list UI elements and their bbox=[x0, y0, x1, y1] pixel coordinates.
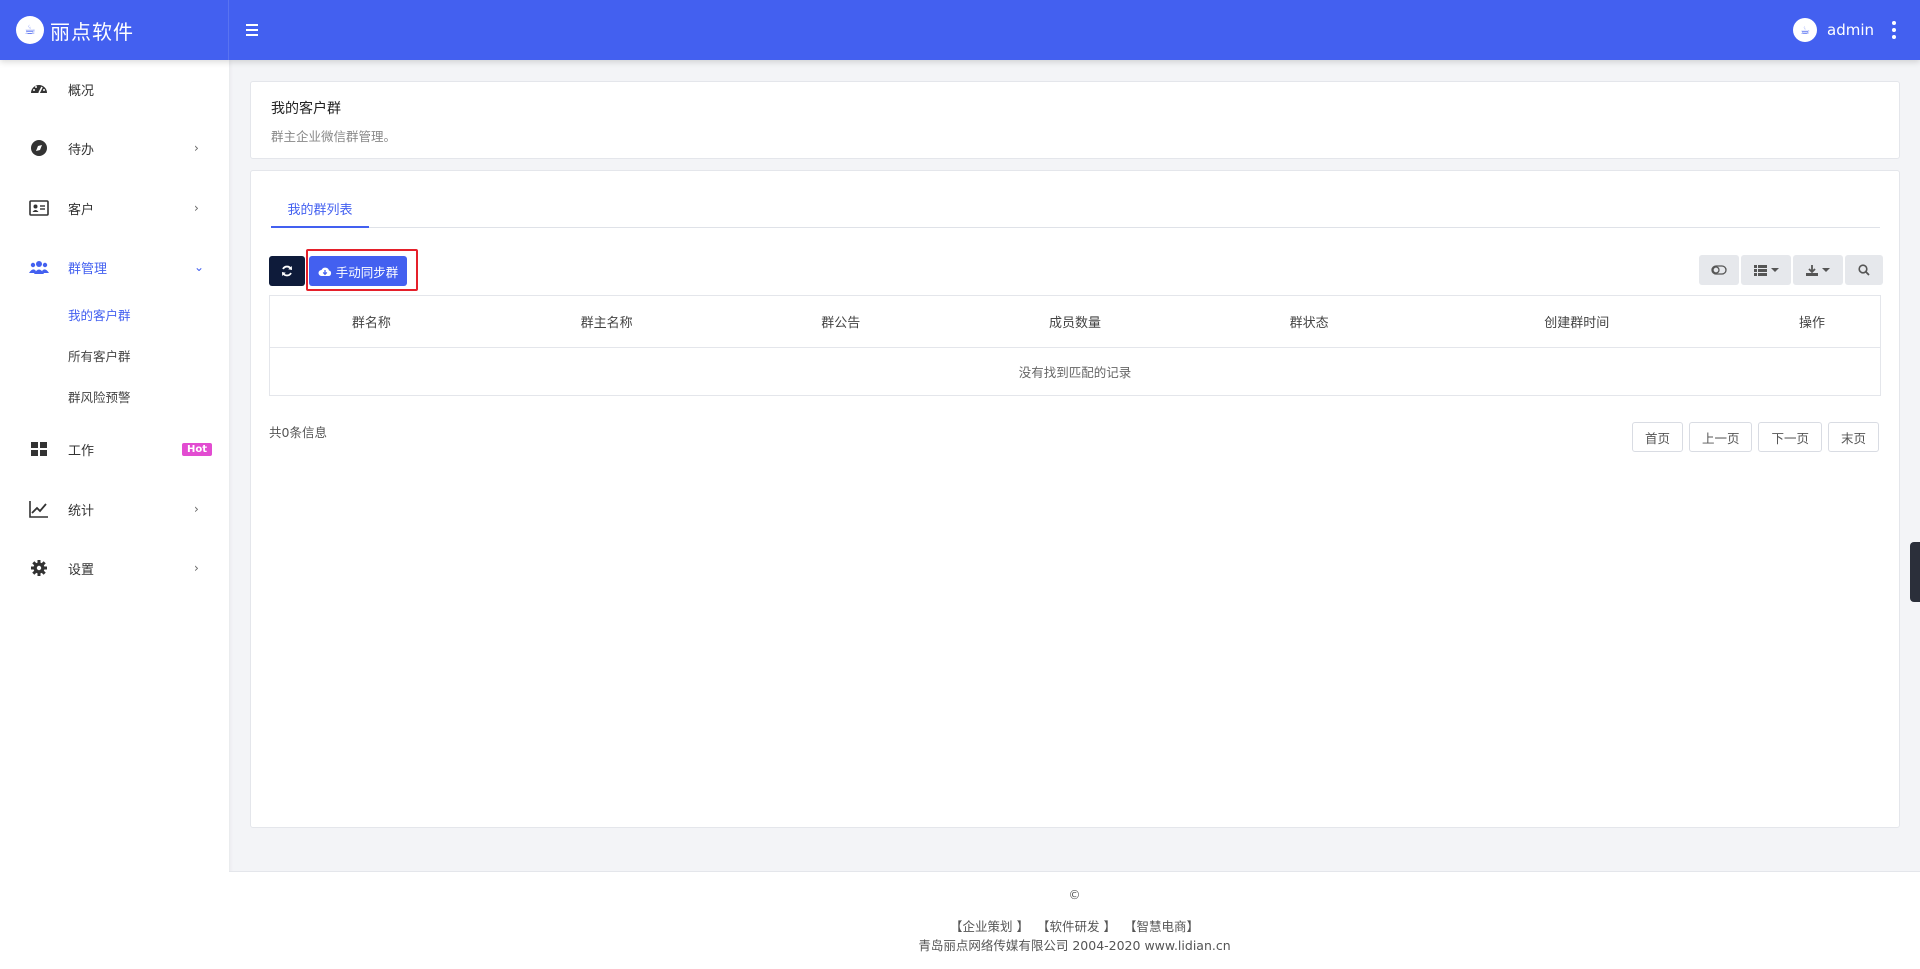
footer-link-ecommerce[interactable]: 【智慧电商】 bbox=[1124, 919, 1199, 934]
sync-button-label: 手动同步群 bbox=[335, 264, 399, 280]
chevron-down-icon: ⌄ bbox=[194, 260, 205, 274]
toggle-view-button[interactable] bbox=[1699, 255, 1739, 285]
caret-down-icon bbox=[1822, 268, 1830, 272]
empty-table-message: 没有找到匹配的记录 bbox=[269, 347, 1881, 396]
brand-name: 丽点软件 bbox=[50, 19, 134, 44]
caret-down-icon bbox=[1770, 268, 1779, 272]
tab-my-group-list[interactable]: 我的群列表 bbox=[271, 191, 369, 228]
page-subtitle: 群主企业微信群管理。 bbox=[271, 129, 397, 144]
groups-table: 群名称 群主名称 群公告 成员数量 群状态 创建群时间 操作 没有找到匹配的记录 bbox=[268, 295, 1882, 396]
table-toolbar bbox=[1699, 255, 1883, 285]
id-card-icon bbox=[28, 197, 50, 219]
sidebar-item-overview[interactable]: 概况 bbox=[0, 69, 229, 109]
hot-badge: Hot bbox=[182, 442, 213, 456]
footer-link-software[interactable]: 【软件研发 】 bbox=[1037, 919, 1116, 934]
refresh-icon bbox=[282, 265, 292, 277]
company-info: 青岛丽点网络传媒有限公司 2004-2020 www.lidian.cn bbox=[918, 938, 1231, 953]
download-icon bbox=[1806, 265, 1818, 276]
dashboard-icon bbox=[28, 78, 50, 100]
first-page-button[interactable]: 首页 bbox=[1631, 422, 1683, 452]
prev-page-button[interactable]: 上一页 bbox=[1688, 422, 1753, 452]
sidebar-item-label: 设置 bbox=[68, 562, 95, 578]
pagination: 首页 上一页 下一页 末页 bbox=[1631, 422, 1879, 452]
sidebar-item-settings[interactable]: 设置 › bbox=[0, 548, 229, 588]
sidebar-item-work[interactable]: 工作 Hot bbox=[0, 429, 229, 469]
footer-link-planning[interactable]: 【企业策划 】 bbox=[950, 919, 1029, 934]
column-header-group-name[interactable]: 群名称 bbox=[268, 295, 473, 348]
brand[interactable]: ☕ 丽点软件 bbox=[0, 0, 229, 60]
username[interactable]: admin bbox=[1827, 21, 1874, 39]
manual-sync-groups-button[interactable]: 手动同步群 bbox=[309, 256, 407, 286]
sidebar: 概况 待办 › 客户 › 群管理 ⌄ 我的客户群 所有客户群 群风险预警 工作 … bbox=[0, 60, 229, 969]
footer: © 【企业策划 】 【软件研发 】 【智慧电商】 青岛丽点网络传媒有限公司 20… bbox=[229, 871, 1920, 969]
search-icon bbox=[1858, 264, 1870, 276]
sidebar-subitem-risk-warning[interactable]: 群风险预警 bbox=[68, 387, 131, 406]
chart-line-icon bbox=[28, 498, 50, 520]
sidebar-item-label: 客户 bbox=[68, 202, 95, 218]
chevron-right-icon: › bbox=[194, 561, 199, 575]
page-title: 我的客户群 bbox=[271, 101, 341, 117]
avatar[interactable]: ☕ bbox=[1793, 18, 1817, 42]
sidebar-item-statistics[interactable]: 统计 › bbox=[0, 489, 229, 529]
column-header-actions: 操作 bbox=[1744, 295, 1882, 348]
page-header-card: 我的客户群 群主企业微信群管理。 bbox=[250, 81, 1900, 159]
search-button[interactable] bbox=[1845, 255, 1883, 285]
table-row: 没有找到匹配的记录 bbox=[269, 347, 1881, 396]
column-header-created-time[interactable]: 创建群时间 bbox=[1409, 295, 1745, 348]
sidebar-item-label: 工作 bbox=[68, 443, 95, 459]
sidebar-item-label: 统计 bbox=[68, 503, 95, 519]
toggle-icon bbox=[1711, 265, 1727, 275]
chevron-right-icon: › bbox=[194, 141, 199, 155]
column-header-announcement[interactable]: 群公告 bbox=[740, 295, 942, 348]
side-panel-handle[interactable] bbox=[1910, 542, 1920, 602]
refresh-button[interactable] bbox=[269, 256, 305, 286]
chevron-right-icon: › bbox=[194, 502, 199, 516]
sidebar-subitem-all-groups[interactable]: 所有客户群 bbox=[68, 346, 131, 365]
column-header-member-count[interactable]: 成员数量 bbox=[941, 295, 1209, 348]
table-header-row: 群名称 群主名称 群公告 成员数量 群状态 创建群时间 操作 bbox=[268, 295, 1882, 348]
copyright-symbol: © bbox=[1068, 888, 1081, 902]
users-icon bbox=[28, 256, 50, 278]
sidebar-subitem-my-groups[interactable]: 我的客户群 bbox=[68, 305, 131, 324]
chevron-right-icon: › bbox=[194, 201, 199, 215]
logo-icon: ☕ bbox=[16, 16, 44, 44]
column-header-owner-name[interactable]: 群主名称 bbox=[472, 295, 741, 348]
compass-icon bbox=[28, 137, 50, 159]
hamburger-menu-icon[interactable] bbox=[246, 20, 264, 40]
last-page-button[interactable]: 末页 bbox=[1827, 422, 1879, 452]
export-dropdown-button[interactable] bbox=[1793, 255, 1843, 285]
tab-bar: 我的群列表 bbox=[271, 191, 1880, 228]
sidebar-item-label: 概况 bbox=[68, 83, 95, 99]
grid-icon bbox=[28, 438, 50, 460]
column-header-status[interactable]: 群状态 bbox=[1208, 295, 1410, 348]
more-vertical-icon[interactable] bbox=[1892, 21, 1896, 39]
sidebar-item-customers[interactable]: 客户 › bbox=[0, 188, 229, 228]
sidebar-item-label: 群管理 bbox=[68, 261, 108, 277]
total-records-info: 共0条信息 bbox=[269, 425, 327, 440]
top-navbar: ☕ 丽点软件 ☕ admin bbox=[0, 0, 1920, 60]
footer-links: 【企业策划 】 【软件研发 】 【智慧电商】 bbox=[229, 916, 1920, 935]
sidebar-item-group-management[interactable]: 群管理 ⌄ bbox=[0, 247, 229, 287]
sidebar-item-todo[interactable]: 待办 › bbox=[0, 128, 229, 168]
list-icon bbox=[1753, 264, 1767, 276]
user-menu[interactable]: ☕ admin bbox=[1793, 0, 1896, 60]
columns-dropdown-button[interactable] bbox=[1741, 255, 1791, 285]
cloud-download-icon bbox=[318, 267, 331, 276]
main-content-card: 我的群列表 手动同步群 群名称 群主名称 群公告 成员数量 群状态 创建群时间 … bbox=[250, 170, 1900, 828]
sidebar-item-label: 待办 bbox=[68, 142, 95, 158]
next-page-button[interactable]: 下一页 bbox=[1758, 422, 1822, 452]
gear-icon bbox=[28, 557, 50, 579]
